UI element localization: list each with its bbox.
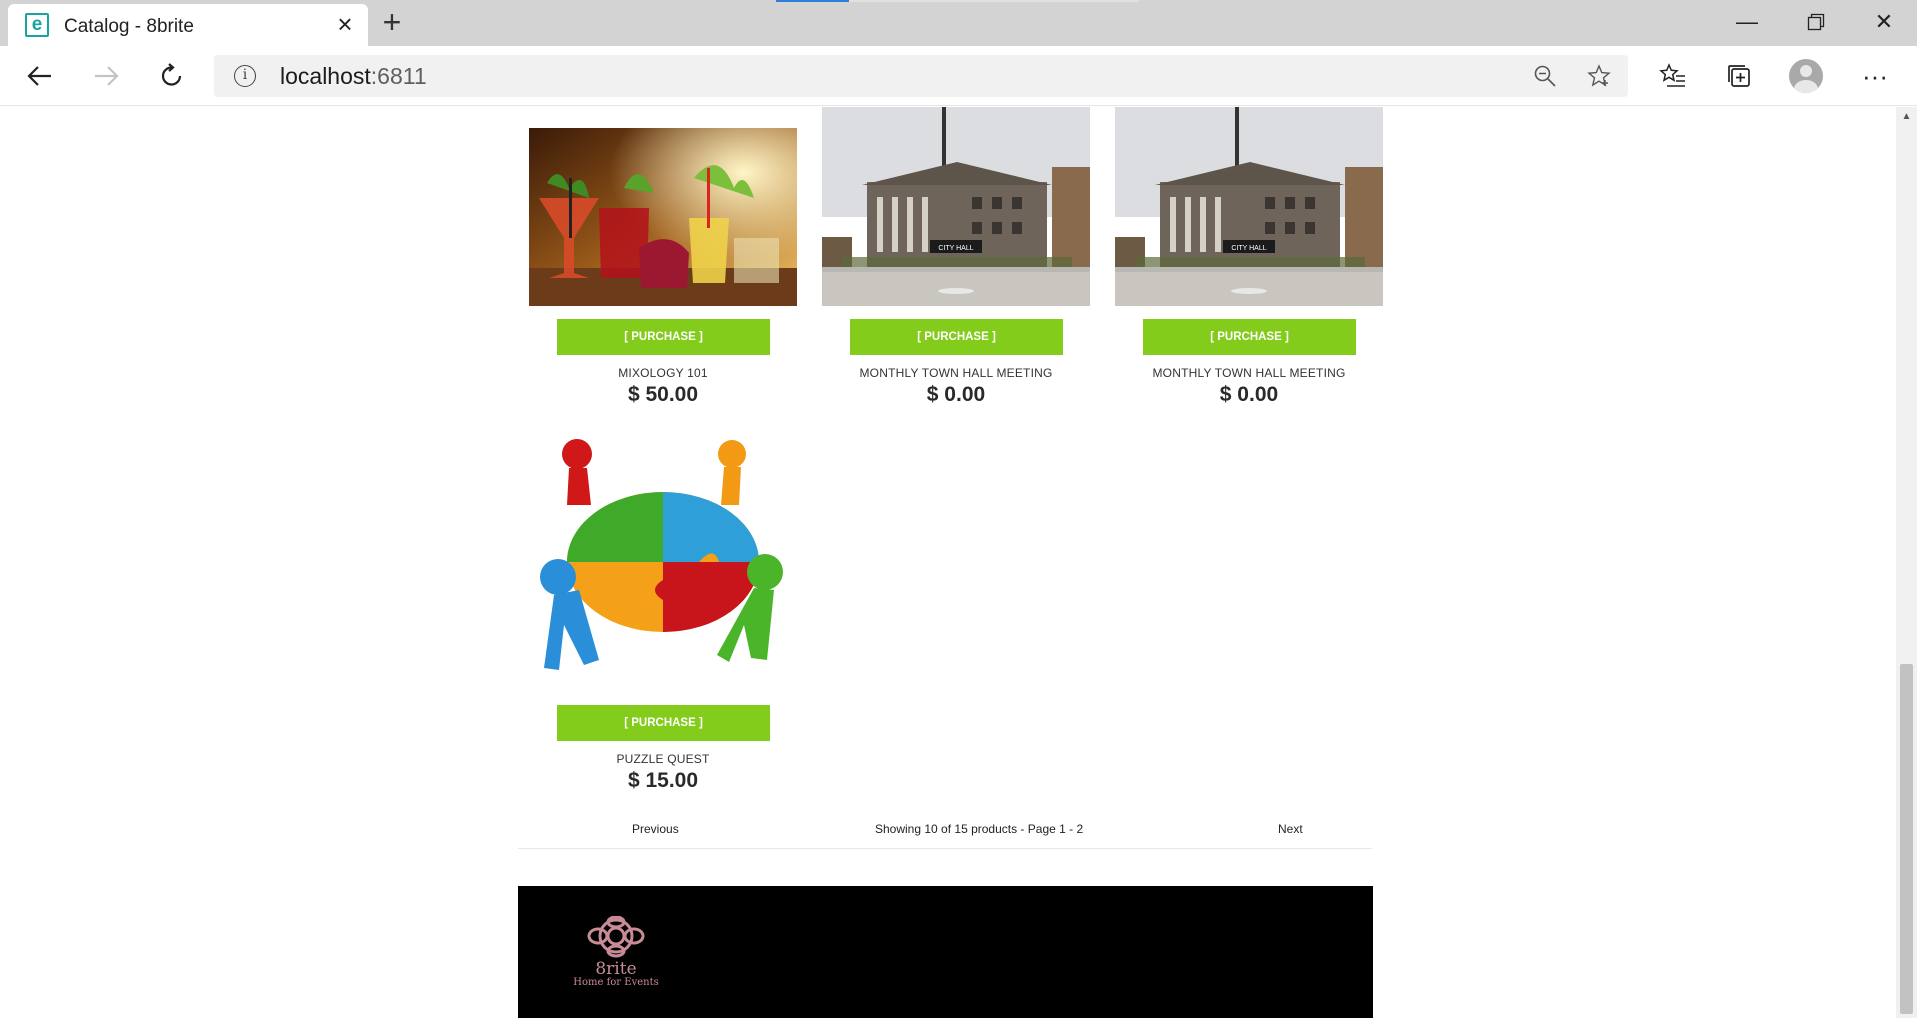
site-footer: 8rite Home for Events bbox=[518, 886, 1373, 1018]
page-viewport: [ PURCHASE ] MIXOLOGY 101 $ 50.00 CITY H… bbox=[0, 107, 1896, 1018]
brand-logo[interactable]: 8rite Home for Events bbox=[546, 915, 686, 996]
product-name: PUZZLE QUEST bbox=[616, 752, 710, 766]
svg-text:CITY HALL: CITY HALL bbox=[1231, 245, 1266, 252]
url-host: localhost bbox=[280, 63, 371, 89]
scroll-thumb[interactable] bbox=[1900, 664, 1913, 1014]
product-name: MONTHLY TOWN HALL MEETING bbox=[859, 366, 1053, 380]
purchase-button[interactable]: [ PURCHASE ] bbox=[850, 319, 1063, 355]
new-tab-icon[interactable]: + bbox=[376, 6, 408, 39]
pagination-info: Showing 10 of 15 products - Page 1 - 2 bbox=[875, 822, 1084, 836]
tab-strip: e Catalog - 8brite × + — ✕ bbox=[0, 0, 1917, 46]
product-image-puzzle-figures[interactable] bbox=[529, 430, 797, 692]
vertical-scrollbar[interactable]: ▲ bbox=[1896, 107, 1917, 1018]
edge-favicon-icon: e bbox=[25, 13, 49, 37]
svg-text:CITY HALL: CITY HALL bbox=[938, 245, 973, 252]
logo-tagline: Home for Events bbox=[573, 977, 659, 988]
tab-title: Catalog - 8brite bbox=[64, 16, 194, 37]
minimize-icon[interactable]: — bbox=[1719, 6, 1775, 38]
pagination: Previous Showing 10 of 15 products - Pag… bbox=[518, 819, 1372, 849]
product-price: $ 50.00 bbox=[627, 383, 699, 406]
url-text[interactable]: localhost:6811 bbox=[280, 63, 427, 90]
next-page-link[interactable]: Next bbox=[1278, 822, 1303, 836]
purchase-button[interactable]: [ PURCHASE ] bbox=[557, 705, 770, 741]
scroll-up-arrow-icon[interactable]: ▲ bbox=[1896, 111, 1917, 125]
product-image-city-hall[interactable]: CITY HALL bbox=[1115, 107, 1383, 306]
browser-toolbar: i localhost:6811 ··· bbox=[0, 46, 1917, 106]
more-menu-icon[interactable]: ··· bbox=[1857, 58, 1893, 94]
restore-icon[interactable] bbox=[1788, 6, 1844, 38]
close-window-icon[interactable]: ✕ bbox=[1856, 6, 1912, 38]
collections-icon[interactable] bbox=[1721, 58, 1757, 94]
profile-avatar[interactable] bbox=[1789, 59, 1823, 93]
product-name: MONTHLY TOWN HALL MEETING bbox=[1152, 366, 1346, 380]
refresh-icon[interactable] bbox=[152, 56, 192, 96]
loading-progress-bar bbox=[776, 0, 1139, 2]
product-image-cocktails[interactable] bbox=[529, 128, 797, 306]
brand-knot-icon bbox=[587, 915, 645, 958]
back-icon[interactable] bbox=[20, 56, 60, 96]
purchase-button[interactable]: [ PURCHASE ] bbox=[557, 319, 770, 355]
logo-name: 8rite bbox=[595, 959, 637, 979]
url-port: :6811 bbox=[370, 63, 427, 89]
product-image-city-hall[interactable]: CITY HALL bbox=[822, 107, 1090, 306]
product-name: MIXOLOGY 101 bbox=[618, 366, 708, 380]
site-info-icon[interactable]: i bbox=[234, 65, 256, 87]
favorites-list-icon[interactable] bbox=[1655, 58, 1691, 94]
tab-close-icon[interactable]: × bbox=[331, 11, 359, 39]
purchase-button[interactable]: [ PURCHASE ] bbox=[1143, 319, 1356, 355]
favorite-star-icon[interactable] bbox=[1584, 61, 1614, 91]
product-price: $ 0.00 bbox=[1219, 383, 1279, 406]
forward-icon[interactable] bbox=[86, 56, 126, 96]
previous-page-link[interactable]: Previous bbox=[632, 822, 679, 836]
product-price: $ 0.00 bbox=[926, 383, 986, 406]
browser-tab-active[interactable]: e Catalog - 8brite × bbox=[8, 4, 368, 46]
zoom-out-icon[interactable] bbox=[1530, 61, 1560, 91]
address-bar[interactable]: i localhost:6811 bbox=[214, 55, 1628, 97]
product-price: $ 15.00 bbox=[627, 769, 699, 792]
